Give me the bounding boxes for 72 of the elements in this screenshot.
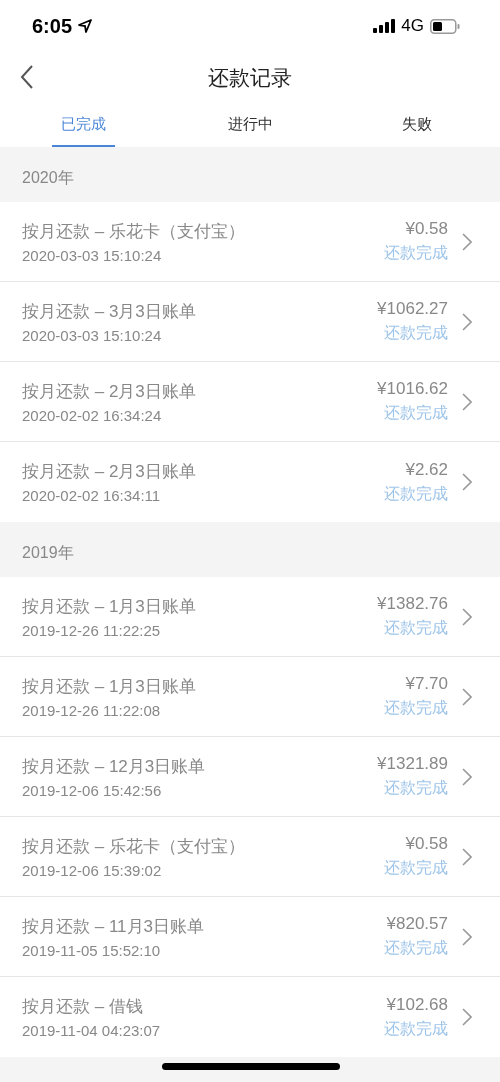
chevron-right-icon: [462, 1008, 472, 1026]
record-amount: ¥0.58: [405, 219, 448, 239]
chevron-right-icon: [462, 927, 472, 946]
record-status: 还款完成: [384, 698, 448, 718]
record-row[interactable]: 按月还款 – 3月3日账单 2020-03-03 15:10:24 ¥1062.27 还款完成: [0, 282, 500, 362]
page-title: 还款记录: [208, 65, 292, 91]
record-amount: ¥1321.89: [377, 754, 448, 774]
section-header: 2020年: [21, 168, 75, 188]
location-arrow-icon: [78, 19, 93, 33]
record-amount: ¥7.70: [405, 674, 448, 694]
battery-icon: [430, 18, 460, 34]
chevron-right-icon: [462, 473, 472, 491]
record-title: 按月还款 – 2月3日账单: [22, 380, 197, 403]
chevron-right-icon: [462, 392, 472, 411]
record-time: 2019-12-26 11:22:08: [22, 701, 162, 719]
tab[interactable]: 失败: [385, 104, 448, 147]
network-label: 4G: [401, 16, 424, 36]
record-row[interactable]: 按月还款 – 乐花卡（支付宝） 2020-03-03 15:10:24 ¥0.58 还款完成: [0, 202, 500, 282]
record-time: 2019-12-06 15:39:02: [22, 861, 163, 879]
record-status: 还款完成: [384, 858, 448, 878]
tab[interactable]: 已完成: [52, 104, 115, 147]
record-status: 还款完成: [384, 1018, 448, 1039]
chevron-right-icon: [462, 312, 472, 331]
record-title: 按月还款 – 1月3日账单: [22, 675, 197, 698]
record-status: 还款完成: [384, 323, 448, 343]
record-amount: ¥1016.62: [377, 379, 448, 399]
record-amount: ¥820.57: [386, 914, 448, 934]
record-time: 2020-03-03 15:10:24: [22, 326, 163, 344]
record-title: 按月还款 – 借钱: [22, 996, 144, 1018]
record-time: 2020-03-03 15:10:24: [22, 246, 163, 264]
section-header: 2019年: [21, 543, 75, 563]
chevron-right-icon: [462, 232, 472, 251]
record-time: 2020-02-02 16:34:24: [22, 406, 163, 424]
record-title: 按月还款 – 乐花卡（支付宝）: [22, 835, 246, 858]
record-row[interactable]: 按月还款 – 1月3日账单 2019-12-26 11:22:08 ¥7.70 还款完成: [0, 657, 500, 737]
record-amount: ¥0.58: [405, 834, 448, 854]
record-time: 2020-02-02 16:34:11: [22, 487, 162, 504]
record-time: 2019-11-05 15:52:10: [22, 941, 162, 959]
record-title: 按月还款 – 2月3日账单: [22, 461, 197, 483]
record-title: 按月还款 – 乐花卡（支付宝）: [22, 220, 246, 243]
record-title: 按月还款 – 1月3日账单: [22, 595, 197, 618]
record-amount: ¥2.62: [405, 459, 448, 480]
tab[interactable]: 进行中: [218, 104, 282, 147]
record-status: 还款完成: [384, 618, 448, 638]
chevron-right-icon: [462, 767, 472, 786]
record-status: 还款完成: [384, 938, 448, 958]
chevron-right-icon: [462, 607, 472, 626]
record-title: 按月还款 – 11月3日账单: [22, 915, 205, 938]
record-time: 2019-12-26 11:22:25: [22, 621, 162, 639]
chevron-right-icon: [462, 687, 472, 706]
record-time: 2019-11-04 04:23:07: [22, 1022, 162, 1039]
record-title: 按月还款 – 3月3日账单: [22, 300, 197, 323]
record-status: 还款完成: [384, 483, 448, 504]
record-row[interactable]: 按月还款 – 借钱 2019-11-04 04:23:07 ¥102.68 还款完成: [0, 977, 500, 1057]
record-row[interactable]: 按月还款 – 11月3日账单 2019-11-05 15:52:10 ¥820.57 还款完成: [0, 897, 500, 977]
record-row[interactable]: 按月还款 – 2月3日账单 2020-02-02 16:34:24 ¥1016.62 还款完成: [0, 362, 500, 442]
record-amount: ¥102.68: [386, 994, 448, 1015]
back-button[interactable]: [20, 64, 34, 90]
record-row[interactable]: 按月还款 – 12月3日账单 2019-12-06 15:42:56 ¥1321.89 还款完成: [0, 737, 500, 817]
record-status: 还款完成: [384, 778, 448, 798]
signal-icon: [373, 19, 396, 33]
record-amount: ¥1062.27: [377, 299, 448, 319]
record-title: 按月还款 – 12月3日账单: [22, 755, 207, 778]
record-status: 还款完成: [384, 403, 448, 423]
record-row[interactable]: 按月还款 – 2月3日账单 2020-02-02 16:34:11 ¥2.62 还款完成: [0, 442, 500, 522]
record-time: 2019-12-06 15:42:56: [22, 781, 163, 799]
record-status: 还款完成: [384, 243, 448, 263]
record-row[interactable]: 按月还款 – 1月3日账单 2019-12-26 11:22:25 ¥1382.76 还款完成: [0, 577, 500, 657]
record-amount: ¥1382.76: [377, 594, 448, 614]
record-row[interactable]: 按月还款 – 乐花卡（支付宝） 2019-12-06 15:39:02 ¥0.58 还款完成: [0, 817, 500, 897]
status-time: 6:05: [32, 14, 73, 38]
chevron-right-icon: [462, 847, 472, 866]
